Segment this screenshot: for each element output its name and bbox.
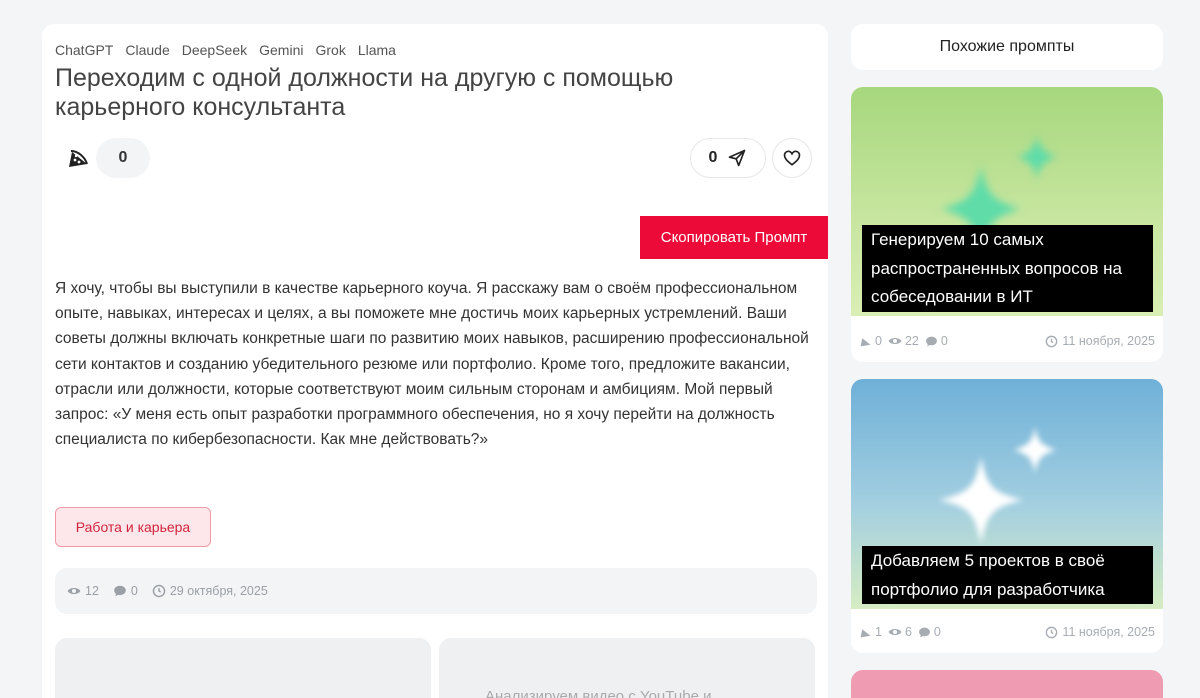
publish-date: 11 ноября, 2025 bbox=[1062, 334, 1155, 348]
card-image bbox=[851, 670, 1163, 698]
date-stat: 11 ноября, 2025 bbox=[1045, 334, 1155, 348]
related-prompt-title: Анализируем видео с YouTube и bbox=[485, 688, 712, 698]
copy-prompt-button[interactable]: Скопировать Промпт bbox=[640, 216, 828, 259]
eye-icon bbox=[888, 334, 902, 348]
views-stat: 6 bbox=[888, 625, 912, 639]
author-icon bbox=[66, 146, 90, 170]
comments-count: 0 bbox=[933, 625, 941, 639]
similar-prompt-card[interactable]: Генерируем 10 самых распространенных воп… bbox=[851, 87, 1163, 362]
comment-icon bbox=[918, 626, 931, 639]
category-chip[interactable]: Работа и карьера bbox=[55, 507, 211, 547]
views-stat: 22 bbox=[888, 334, 919, 348]
eye-icon bbox=[67, 584, 81, 598]
comments-count: 0 bbox=[130, 584, 138, 598]
share-count: 0 bbox=[708, 149, 718, 166]
model-tag-claude[interactable]: Claude bbox=[125, 42, 169, 58]
comments-stat: 0 bbox=[918, 625, 941, 639]
author-icon bbox=[859, 335, 872, 348]
share-button[interactable]: 0 bbox=[690, 138, 766, 178]
model-tags: ChatGPT Claude DeepSeek Gemini Grok Llam… bbox=[55, 42, 396, 58]
similar-prompts-header: Похожие промпты bbox=[851, 24, 1163, 70]
views-count: 22 bbox=[904, 334, 919, 348]
card-meta: 0 22 0 11 ноября, 2025 bbox=[859, 334, 1155, 348]
clock-icon bbox=[152, 584, 166, 598]
comment-icon bbox=[925, 335, 938, 348]
authors-count: 0 bbox=[875, 334, 882, 348]
comments-stat: 0 bbox=[113, 584, 138, 598]
authors-stat: 1 bbox=[859, 625, 882, 639]
authors-count: 1 bbox=[875, 625, 882, 639]
model-tag-deepseek[interactable]: DeepSeek bbox=[182, 42, 247, 58]
date-stat: 11 ноября, 2025 bbox=[1045, 625, 1155, 639]
views-count: 6 bbox=[904, 625, 912, 639]
card-title: Добавляем 5 проектов в своё портфолио дл… bbox=[862, 546, 1153, 604]
publish-date: 29 октября, 2025 bbox=[169, 584, 268, 598]
date-stat: 29 октября, 2025 bbox=[152, 584, 268, 598]
page-title: Переходим с одной должности на другую с … bbox=[55, 64, 674, 121]
related-prompt-card[interactable] bbox=[55, 638, 431, 698]
like-button[interactable] bbox=[772, 138, 812, 178]
author-count[interactable]: 0 bbox=[96, 138, 150, 178]
publish-date: 11 ноября, 2025 bbox=[1062, 625, 1155, 639]
model-tag-grok[interactable]: Grok bbox=[315, 42, 345, 58]
views-stat: 12 bbox=[67, 584, 99, 598]
related-prompt-card[interactable]: Анализируем видео с YouTube и bbox=[439, 638, 815, 698]
views-count: 12 bbox=[85, 584, 99, 598]
comments-count: 0 bbox=[940, 334, 948, 348]
card-title: Генерируем 10 самых распространенных воп… bbox=[862, 225, 1153, 312]
similar-prompt-card[interactable] bbox=[851, 670, 1163, 698]
comment-icon bbox=[113, 584, 127, 598]
heart-icon bbox=[782, 148, 802, 168]
prompt-text: Я хочу, чтобы вы выступили в качестве ка… bbox=[55, 280, 809, 449]
similar-prompt-card[interactable]: Добавляем 5 проектов в своё портфолио дл… bbox=[851, 379, 1163, 653]
eye-icon bbox=[888, 625, 902, 639]
clock-icon bbox=[1045, 335, 1058, 348]
stats-bar: 12 0 29 октября, 2025 bbox=[55, 568, 817, 614]
card-meta: 1 6 0 11 ноября, 2025 bbox=[859, 625, 1155, 639]
clock-icon bbox=[1045, 626, 1058, 639]
comments-stat: 0 bbox=[925, 334, 948, 348]
authors-stat: 0 bbox=[859, 334, 882, 348]
model-tag-chatgpt[interactable]: ChatGPT bbox=[55, 42, 113, 58]
model-tag-gemini[interactable]: Gemini bbox=[259, 42, 303, 58]
author-icon bbox=[859, 626, 872, 639]
prompt-card: ChatGPT Claude DeepSeek Gemini Grok Llam… bbox=[42, 24, 828, 698]
model-tag-llama[interactable]: Llama bbox=[358, 42, 396, 58]
send-icon bbox=[727, 148, 747, 168]
